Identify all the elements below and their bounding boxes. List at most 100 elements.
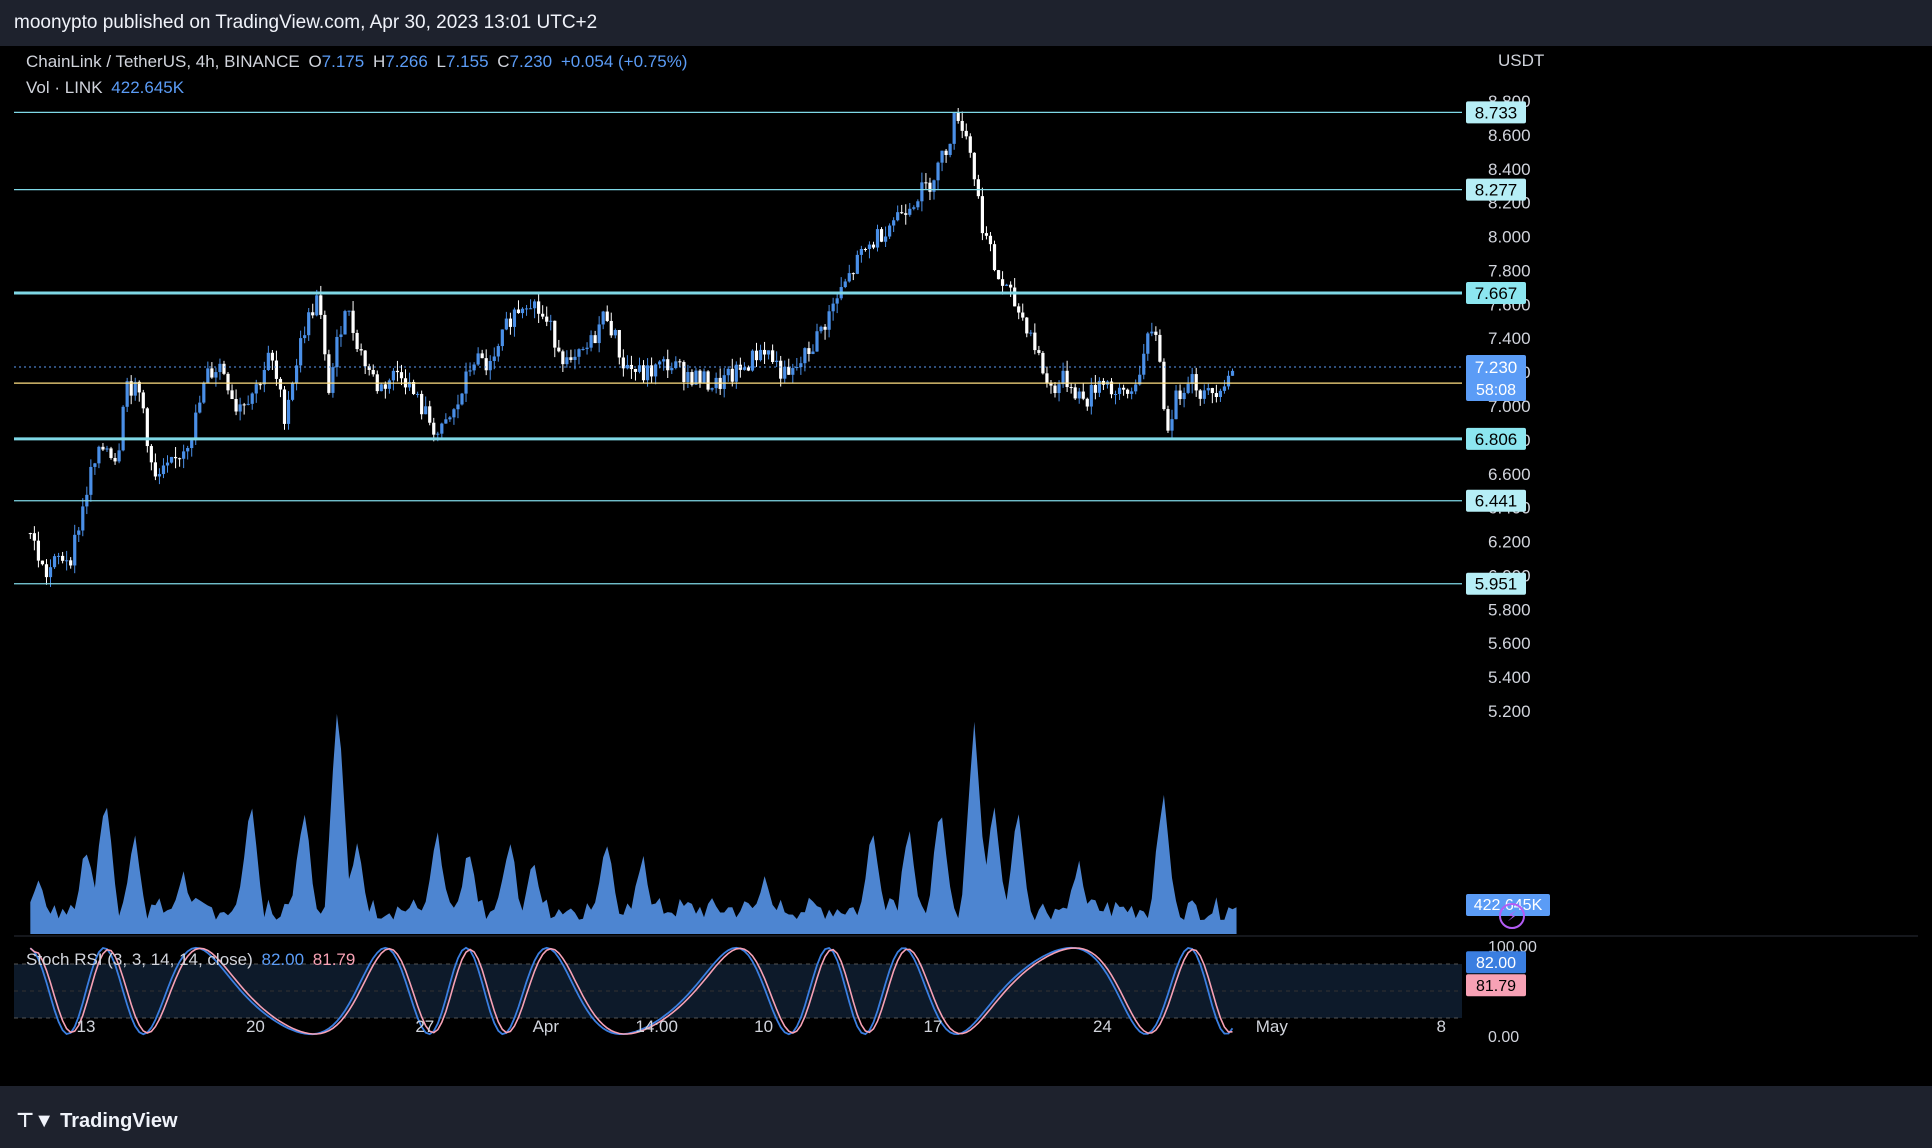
candle-body (1150, 331, 1154, 334)
candle-body (391, 370, 396, 381)
candle-body (496, 346, 500, 357)
candle-body (593, 335, 597, 344)
candle-body (1226, 375, 1231, 387)
candle-body (920, 182, 924, 202)
candle-body (65, 560, 69, 562)
candle-body (686, 372, 690, 382)
price-tick-label: 8.000 (1488, 228, 1531, 247)
level-tag-label: 8.733 (1475, 103, 1518, 122)
candle-body (355, 332, 359, 350)
candle-body (1166, 409, 1170, 431)
candle-body (339, 334, 343, 337)
candle-body (294, 365, 299, 384)
candles (28, 107, 1235, 587)
candle-body (448, 417, 452, 420)
publisher-header: moonypto published on TradingView.com, A… (0, 0, 1932, 46)
candle-body (504, 318, 508, 330)
candle-body (888, 225, 892, 237)
candle-body (944, 150, 948, 155)
candle-body (847, 273, 851, 282)
candle-body (307, 312, 311, 336)
high-label: H (372, 52, 386, 71)
candle-body (432, 422, 436, 435)
tradingview-brand[interactable]: ⊤▼ TradingView (16, 1108, 178, 1133)
candle-body (803, 348, 807, 364)
candle-body (597, 324, 601, 344)
price-tick-label: 8.400 (1488, 160, 1531, 179)
candle-body (1069, 387, 1073, 389)
candle-body (577, 349, 581, 357)
candle-body (456, 404, 460, 410)
candle-body (1146, 333, 1150, 354)
candle-body (1117, 387, 1122, 394)
candle-body (904, 213, 908, 215)
candle-body (206, 368, 210, 384)
candle-body (40, 560, 45, 565)
candle-body (1025, 317, 1029, 334)
candle-body (1009, 284, 1013, 288)
price-tick-label: 8.600 (1488, 126, 1531, 145)
candle-body (520, 308, 525, 314)
candle-body (775, 360, 779, 362)
candle-body (1085, 398, 1089, 407)
candle-body (783, 366, 787, 379)
candle-body (165, 462, 170, 466)
candle-body (984, 233, 989, 236)
candle-body (758, 349, 763, 361)
candle-body (879, 229, 884, 242)
chart-svg[interactable]: USDT5.2005.4005.6005.8006.0006.2006.4006… (14, 46, 1918, 1086)
candle-body (1170, 419, 1174, 431)
candle-body (952, 113, 956, 144)
candle-body (1000, 279, 1005, 286)
candle-body (1089, 384, 1093, 407)
candle-body (928, 182, 932, 192)
candle-body (1222, 386, 1227, 391)
candle-body (883, 236, 888, 242)
candle-body (533, 301, 537, 309)
candle-body (290, 383, 295, 400)
candle-body (867, 244, 872, 250)
candle-body (972, 152, 976, 180)
candle-body (1202, 390, 1206, 399)
candle-body (182, 451, 186, 459)
candle-body (960, 120, 964, 131)
candle-body (807, 348, 811, 354)
candle-body (900, 212, 904, 214)
candle-body (399, 372, 404, 379)
candle-body (791, 368, 795, 375)
candle-body (589, 335, 593, 348)
candle-body (363, 350, 367, 367)
candle-body (698, 370, 702, 383)
candle-body (1194, 374, 1198, 391)
candle-body (573, 356, 577, 360)
candle-body (198, 402, 202, 413)
candle-body (1005, 284, 1009, 286)
candle-body (190, 440, 194, 449)
candle-body (1130, 391, 1134, 394)
candle-body (262, 369, 266, 385)
candle-body (351, 310, 355, 333)
candle-body (1186, 384, 1190, 393)
candle-body (936, 162, 940, 181)
candle-body (912, 207, 916, 209)
candle-body (274, 360, 279, 379)
candle-body (609, 320, 613, 336)
chart-area[interactable]: USDT5.2005.4005.6005.8006.0006.2006.4006… (14, 46, 1918, 1086)
candle-body (754, 350, 759, 361)
candle-body (383, 384, 387, 389)
price-tick-label: 6.200 (1488, 533, 1531, 552)
candle-body (371, 369, 375, 375)
level-tag-label: 5.951 (1475, 575, 1518, 594)
candle-body (125, 381, 129, 407)
candle-body (831, 303, 835, 312)
candle-body (420, 393, 424, 415)
brand-label: TradingView (60, 1110, 178, 1132)
candle-body (56, 555, 61, 557)
candle-body (1113, 393, 1118, 395)
candle-body (246, 403, 250, 405)
candle-body (214, 372, 218, 378)
candle-body (153, 462, 157, 477)
candle-body (230, 390, 234, 400)
candle-body (1057, 384, 1061, 394)
candle-body (319, 295, 323, 315)
